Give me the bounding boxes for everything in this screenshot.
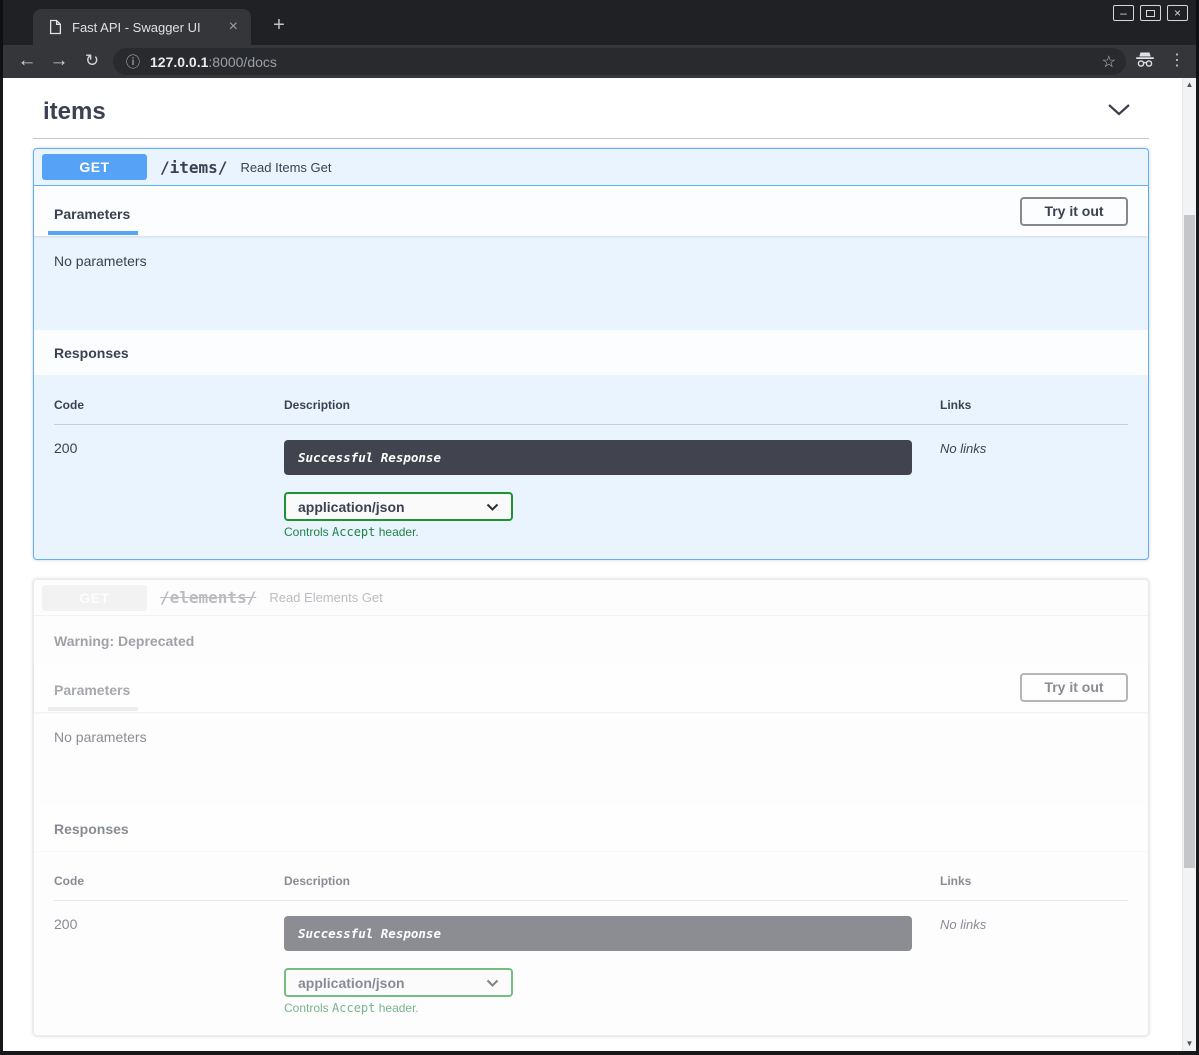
response-description-box: Successful Response (284, 916, 912, 951)
browser-menu-icon[interactable]: ⋮ (1167, 45, 1187, 78)
browser-titlebar: Fast API - Swagger UI × + – × (0, 0, 1199, 45)
media-type-select[interactable]: application/json (284, 492, 513, 521)
browser-tab[interactable]: Fast API - Swagger UI × (33, 9, 251, 45)
response-row: 200 Successful Response application/json… (54, 425, 1128, 539)
url-host: 127.0.0.1 (150, 54, 208, 70)
responses-body: Code Description Links 200 Successful Re… (34, 376, 1148, 559)
info-icon[interactable]: ⓘ (126, 52, 140, 72)
operation-summary-text: Read Elements Get (269, 590, 382, 605)
tab-parameters[interactable]: Parameters (48, 206, 138, 235)
parameters-body: No parameters (34, 712, 1148, 806)
page-content: items GET /items/ Read Items Get Paramet… (3, 78, 1196, 1051)
media-type-value: application/json (298, 975, 405, 991)
no-links-text: No links (940, 917, 986, 932)
method-badge: GET (42, 585, 147, 611)
response-row: 200 Successful Response application/json… (54, 901, 1128, 1015)
accept-header-note: Controls Accept header. (284, 1001, 940, 1015)
description-header: Description (284, 874, 940, 888)
parameters-header: Parameters Try it out (34, 186, 1148, 236)
response-code: 200 (54, 440, 284, 539)
operation-summary[interactable]: GET /elements/ Read Elements Get (34, 580, 1148, 616)
operation-path: /elements/ (160, 588, 256, 607)
minimize-icon: – (1120, 7, 1127, 19)
try-it-out-button[interactable]: Try it out (1020, 673, 1128, 702)
scroll-up-icon[interactable]: ▲ (1183, 78, 1196, 92)
reload-button[interactable]: ↻ (80, 45, 104, 78)
code-header: Code (54, 874, 284, 888)
section-divider (33, 138, 1149, 139)
method-badge: GET (42, 154, 147, 180)
minimize-button[interactable]: – (1113, 5, 1134, 21)
responses-header: Responses (34, 330, 1148, 376)
scrollbar-thumb[interactable] (1184, 215, 1195, 868)
parameters-header: Parameters Try it out (34, 662, 1148, 712)
select-chevron-icon (486, 979, 499, 987)
tab-close-icon[interactable]: × (225, 17, 242, 37)
page-scrollbar[interactable]: ▲ ▼ (1182, 78, 1196, 1051)
chevron-down-icon[interactable] (1107, 103, 1131, 121)
browser-window: Fast API - Swagger UI × + – × ← → ↻ ⓘ 12… (0, 0, 1199, 1055)
media-type-value: application/json (298, 499, 405, 515)
swagger-ui: items GET /items/ Read Items Get Paramet… (3, 78, 1196, 1036)
responses-table-header: Code Description Links (54, 874, 1128, 901)
responses-body: Code Description Links 200 Successful Re… (34, 852, 1148, 1035)
operation-get-items: GET /items/ Read Items Get Parameters Tr… (33, 148, 1149, 560)
responses-title: Responses (54, 821, 129, 837)
window-controls: – × (1113, 5, 1188, 21)
code-header: Code (54, 398, 284, 412)
responses-table-header: Code Description Links (54, 398, 1128, 425)
incognito-icon (1134, 51, 1156, 73)
accept-header-note: Controls Accept header. (284, 525, 940, 539)
operation-summary[interactable]: GET /items/ Read Items Get (34, 149, 1148, 186)
address-bar[interactable]: ⓘ 127.0.0.1:8000/docs ☆ (113, 48, 1126, 75)
no-parameters-text: No parameters (54, 253, 147, 269)
operation-get-elements-deprecated: GET /elements/ Read Elements Get Warning… (33, 579, 1149, 1036)
close-window-icon: × (1174, 7, 1181, 19)
tab-parameters[interactable]: Parameters (48, 682, 138, 711)
responses-header: Responses (34, 806, 1148, 852)
url-rest: :8000/docs (208, 54, 277, 70)
close-window-button[interactable]: × (1167, 5, 1188, 21)
links-header: Links (940, 874, 1128, 888)
browser-toolbar: ← → ↻ ⓘ 127.0.0.1:8000/docs ☆ ⋮ (0, 45, 1199, 78)
tab-title: Fast API - Swagger UI (72, 20, 225, 35)
no-links-text: No links (940, 441, 986, 456)
url-text[interactable]: 127.0.0.1:8000/docs (150, 54, 1102, 70)
media-type-select[interactable]: application/json (284, 968, 513, 997)
deprecated-warning: Warning: Deprecated (34, 616, 1148, 662)
responses-title: Responses (54, 345, 129, 361)
back-button[interactable]: ← (15, 45, 39, 78)
forward-button[interactable]: → (47, 45, 71, 78)
tag-section-header[interactable]: items (33, 90, 1149, 126)
description-header: Description (284, 398, 940, 412)
bookmark-star-icon[interactable]: ☆ (1102, 52, 1116, 72)
tag-title: items (43, 98, 106, 126)
new-tab-button[interactable]: + (265, 12, 293, 40)
links-header: Links (940, 398, 1128, 412)
parameters-tab-label: Parameters (54, 682, 130, 698)
try-it-out-button[interactable]: Try it out (1020, 197, 1128, 226)
maximize-button[interactable] (1140, 5, 1161, 21)
maximize-icon (1146, 10, 1155, 17)
document-icon (49, 19, 62, 35)
response-code: 200 (54, 916, 284, 1015)
parameters-tab-label: Parameters (54, 206, 130, 222)
operation-path: /items/ (160, 158, 227, 177)
operation-summary-text: Read Items Get (240, 160, 331, 175)
select-chevron-icon (486, 503, 499, 511)
scroll-down-icon[interactable]: ▼ (1183, 1037, 1196, 1051)
response-description-box: Successful Response (284, 440, 912, 475)
parameters-body: No parameters (34, 236, 1148, 330)
no-parameters-text: No parameters (54, 729, 147, 745)
